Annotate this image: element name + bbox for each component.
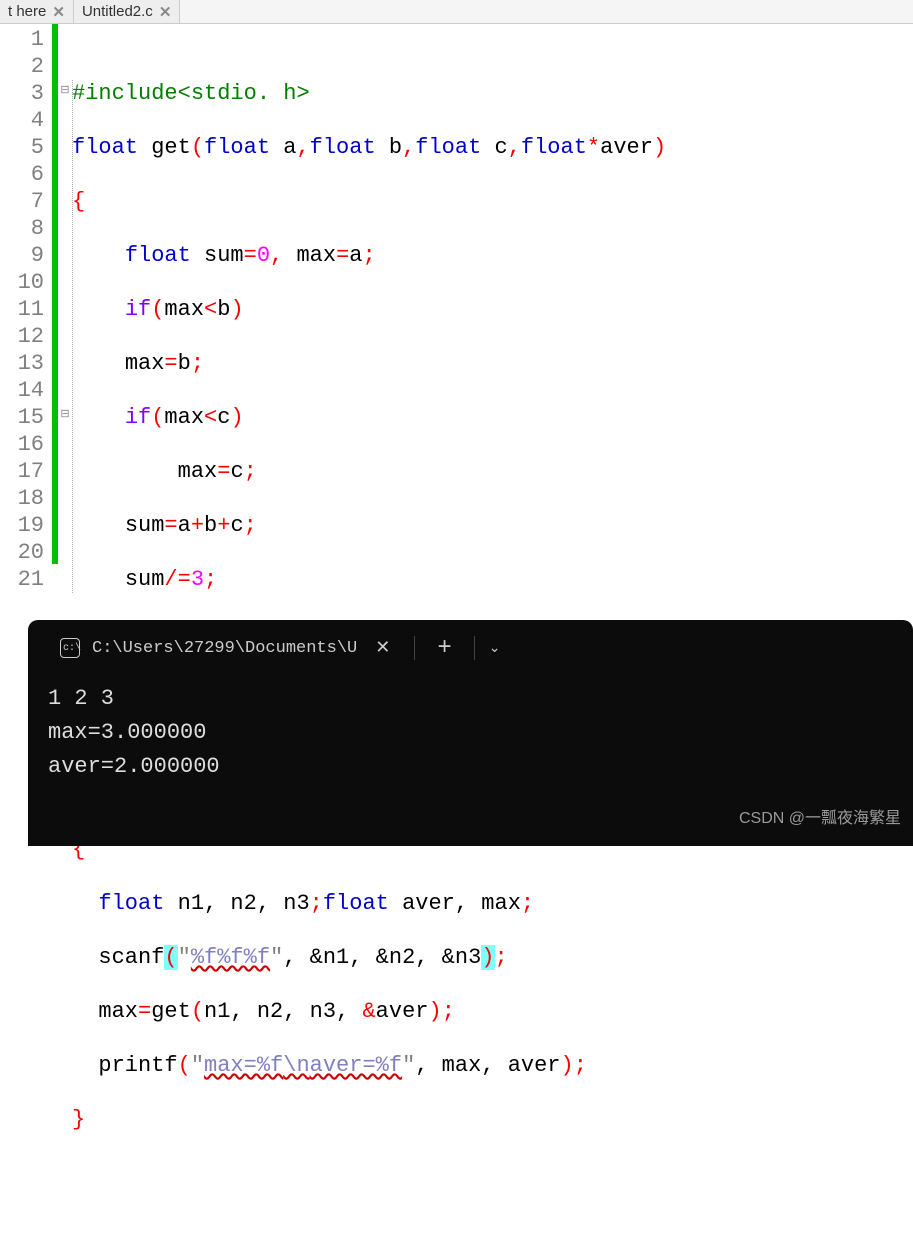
tab-label: t here (8, 3, 46, 20)
terminal-line: 1 2 3 (48, 682, 893, 716)
line-number: 13 (0, 350, 44, 377)
line-number: 21 (0, 566, 44, 593)
close-icon[interactable]: ✕ (369, 637, 396, 659)
line-number: 5 (0, 134, 44, 161)
line-number: 7 (0, 188, 44, 215)
tab-1[interactable]: t here ✕ (0, 0, 74, 23)
line-number-gutter: 1 2 3 4 5 6 7 8 9 10 11 12 13 14 15 16 1… (0, 24, 52, 604)
tab-label: Untitled2.c (82, 3, 153, 20)
terminal-tab-title: C:\Users\27299\Documents\U (92, 639, 357, 658)
tabs-bar: t here ✕ Untitled2.c ✕ (0, 0, 913, 24)
line-number: 17 (0, 458, 44, 485)
fold-column: ⊟ ⊟ (58, 24, 72, 604)
fold-toggle-icon[interactable]: ⊟ (58, 78, 72, 105)
line-number: 4 (0, 107, 44, 134)
line-number: 12 (0, 323, 44, 350)
line-number: 6 (0, 161, 44, 188)
terminal-line: aver=2.000000 (48, 750, 893, 784)
terminal-window: c:\ C:\Users\27299\Documents\U ✕ + ⌄ 1 2… (28, 620, 913, 846)
terminal-line: max=3.000000 (48, 716, 893, 750)
line-number: 3 (0, 80, 44, 107)
line-number: 1 (0, 26, 44, 53)
line-number: 9 (0, 242, 44, 269)
chevron-down-icon[interactable]: ⌄ (479, 640, 511, 657)
tab-2[interactable]: Untitled2.c ✕ (74, 0, 180, 23)
separator (474, 636, 475, 660)
separator (414, 636, 415, 660)
watermark: CSDN @一瓢夜海繁星 (739, 804, 901, 828)
line-number: 10 (0, 269, 44, 296)
close-icon[interactable]: ✕ (52, 3, 65, 21)
line-number: 16 (0, 431, 44, 458)
terminal-tabbar: c:\ C:\Users\27299\Documents\U ✕ + ⌄ (28, 620, 913, 676)
line-number: 2 (0, 53, 44, 80)
new-tab-button[interactable]: + (419, 635, 469, 662)
line-number: 14 (0, 377, 44, 404)
terminal-tab[interactable]: c:\ C:\Users\27299\Documents\U ✕ (46, 629, 410, 667)
code-area[interactable]: #include<stdio. h> float get(float a,flo… (72, 24, 913, 604)
indent-guide (72, 80, 73, 593)
line-number: 11 (0, 296, 44, 323)
code-editor[interactable]: 1 2 3 4 5 6 7 8 9 10 11 12 13 14 15 16 1… (0, 24, 913, 604)
line-number: 19 (0, 512, 44, 539)
line-number: 20 (0, 539, 44, 566)
line-number: 18 (0, 485, 44, 512)
fold-toggle-icon[interactable]: ⊟ (58, 402, 72, 429)
close-icon[interactable]: ✕ (159, 3, 172, 21)
terminal-icon: c:\ (60, 638, 80, 658)
line-number: 15 (0, 404, 44, 431)
terminal-output[interactable]: 1 2 3 max=3.000000 aver=2.000000 (28, 676, 913, 790)
line-number: 8 (0, 215, 44, 242)
